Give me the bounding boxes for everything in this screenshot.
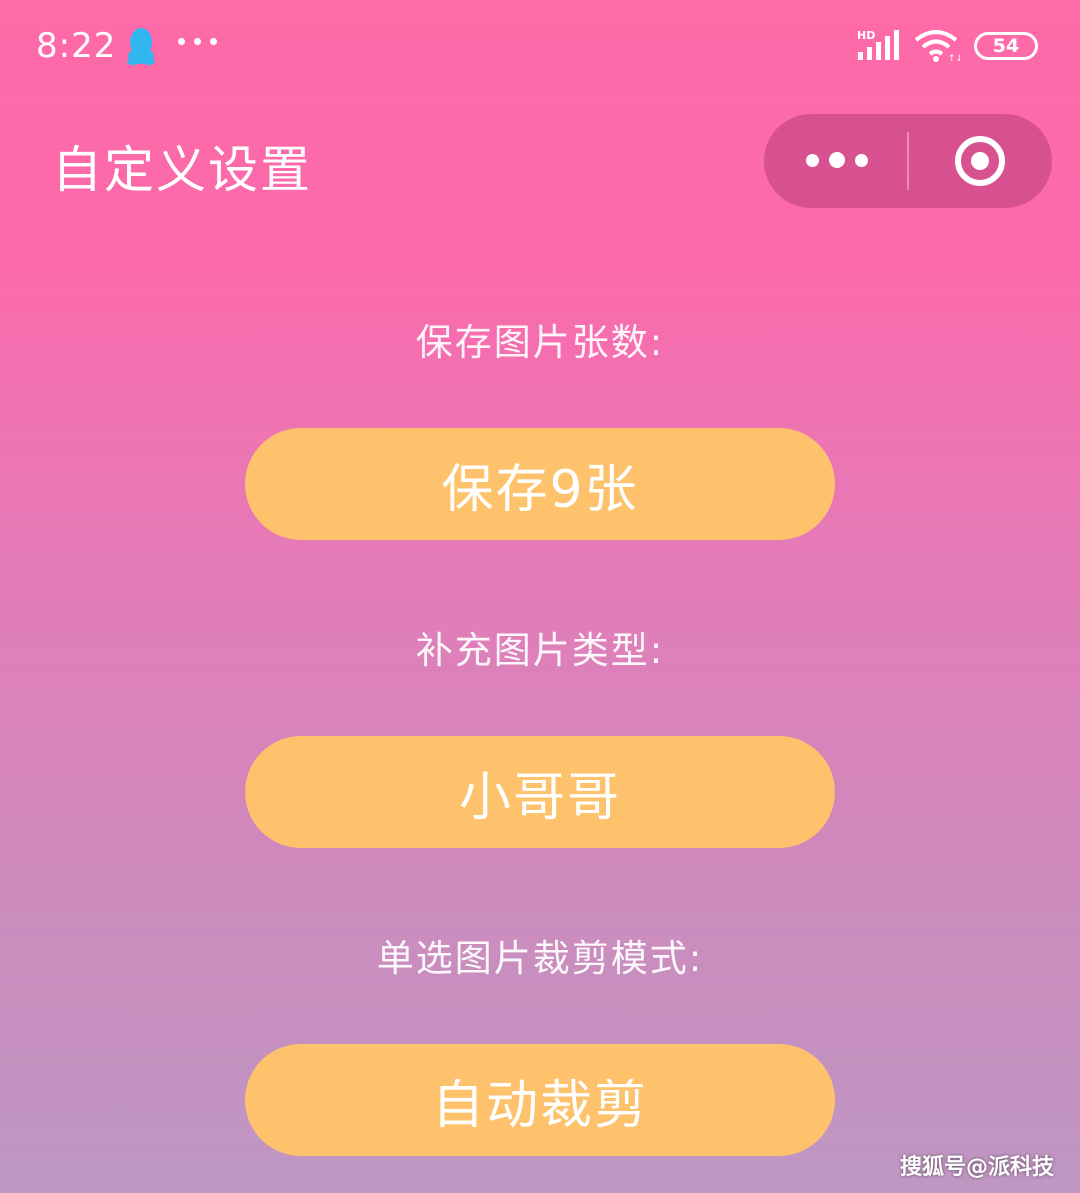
more-dots-icon-right: [855, 154, 868, 167]
more-dots-icon-center: [829, 152, 845, 168]
more-button[interactable]: [764, 114, 907, 208]
save-count-button[interactable]: 保存9张: [245, 428, 835, 540]
status-time: 8:22: [36, 26, 117, 66]
image-type-label: 补充图片类型:: [415, 629, 665, 672]
mini-program-capsule: [764, 114, 1052, 208]
page-title: 自定义设置: [52, 141, 312, 199]
crop-mode-button[interactable]: 自动裁剪: [245, 1044, 835, 1156]
hd-label: HD: [857, 29, 875, 42]
svg-text:↑↓: ↑↓: [948, 54, 960, 62]
save-count-label: 保存图片张数:: [415, 321, 665, 364]
more-dots-icon: [806, 154, 819, 167]
notification-more-icon: [178, 38, 217, 45]
qq-penguin-icon: [124, 26, 158, 70]
close-button[interactable]: [909, 114, 1052, 208]
image-type-button[interactable]: 小哥哥: [245, 736, 835, 848]
wifi-icon: ↑↓: [914, 30, 963, 66]
target-close-icon-core: [971, 152, 989, 170]
signal-icon: HD: [856, 28, 902, 66]
watermark: 搜狐号@派科技: [899, 1155, 1054, 1180]
status-bar: 8:22 HD ↑↓ 54: [0, 0, 1080, 95]
battery-indicator: 54: [974, 32, 1038, 60]
crop-mode-label: 单选图片裁剪模式:: [376, 937, 704, 980]
